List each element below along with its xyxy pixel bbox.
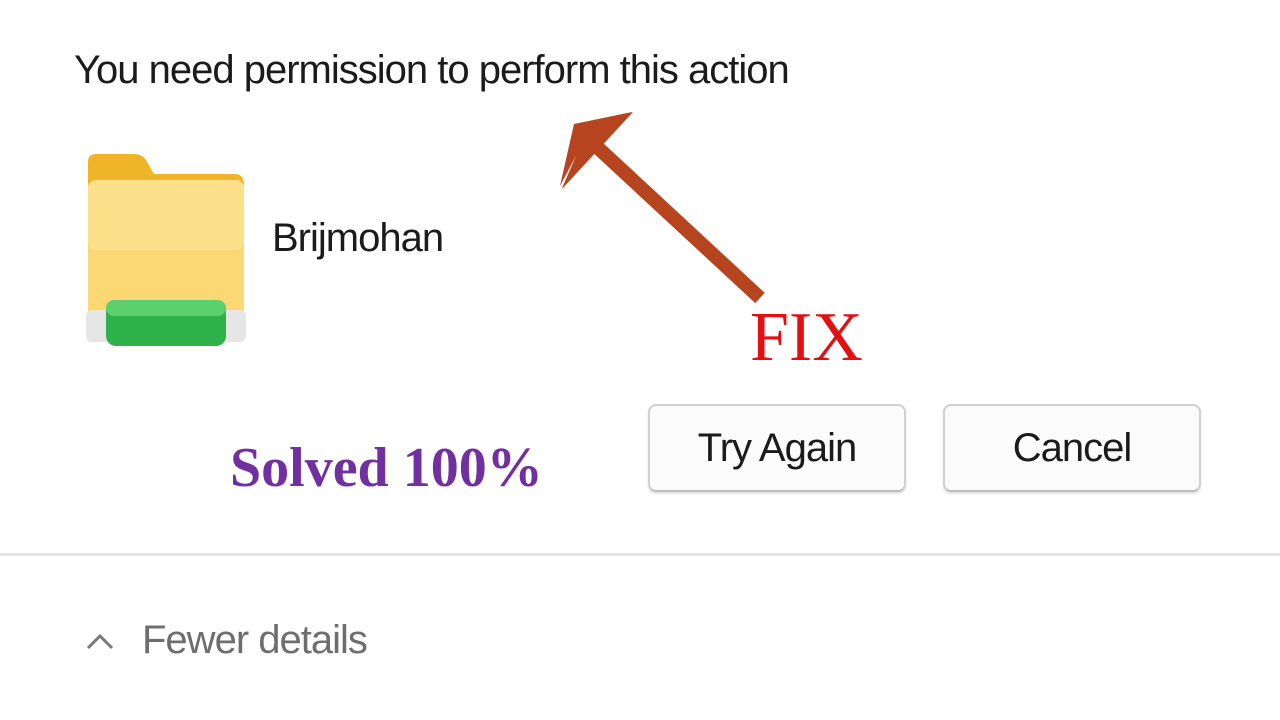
fewer-details-toggle[interactable]: Fewer details [84,612,368,668]
details-toggle-label: Fewer details [142,617,368,662]
solved-label: Solved 100% [230,437,543,499]
folder-icon [86,154,246,346]
dialog-window: You need permission to perform this acti… [0,0,1280,720]
item-name: Brijmohan [272,216,444,260]
dialog-message: You need permission to perform this acti… [74,48,790,92]
divider [0,553,1280,556]
fix-label: FIX [750,299,863,376]
cancel-button[interactable]: Cancel [943,404,1201,492]
try-again-button[interactable]: Try Again [648,404,906,492]
chevron-up-icon [86,633,114,650]
